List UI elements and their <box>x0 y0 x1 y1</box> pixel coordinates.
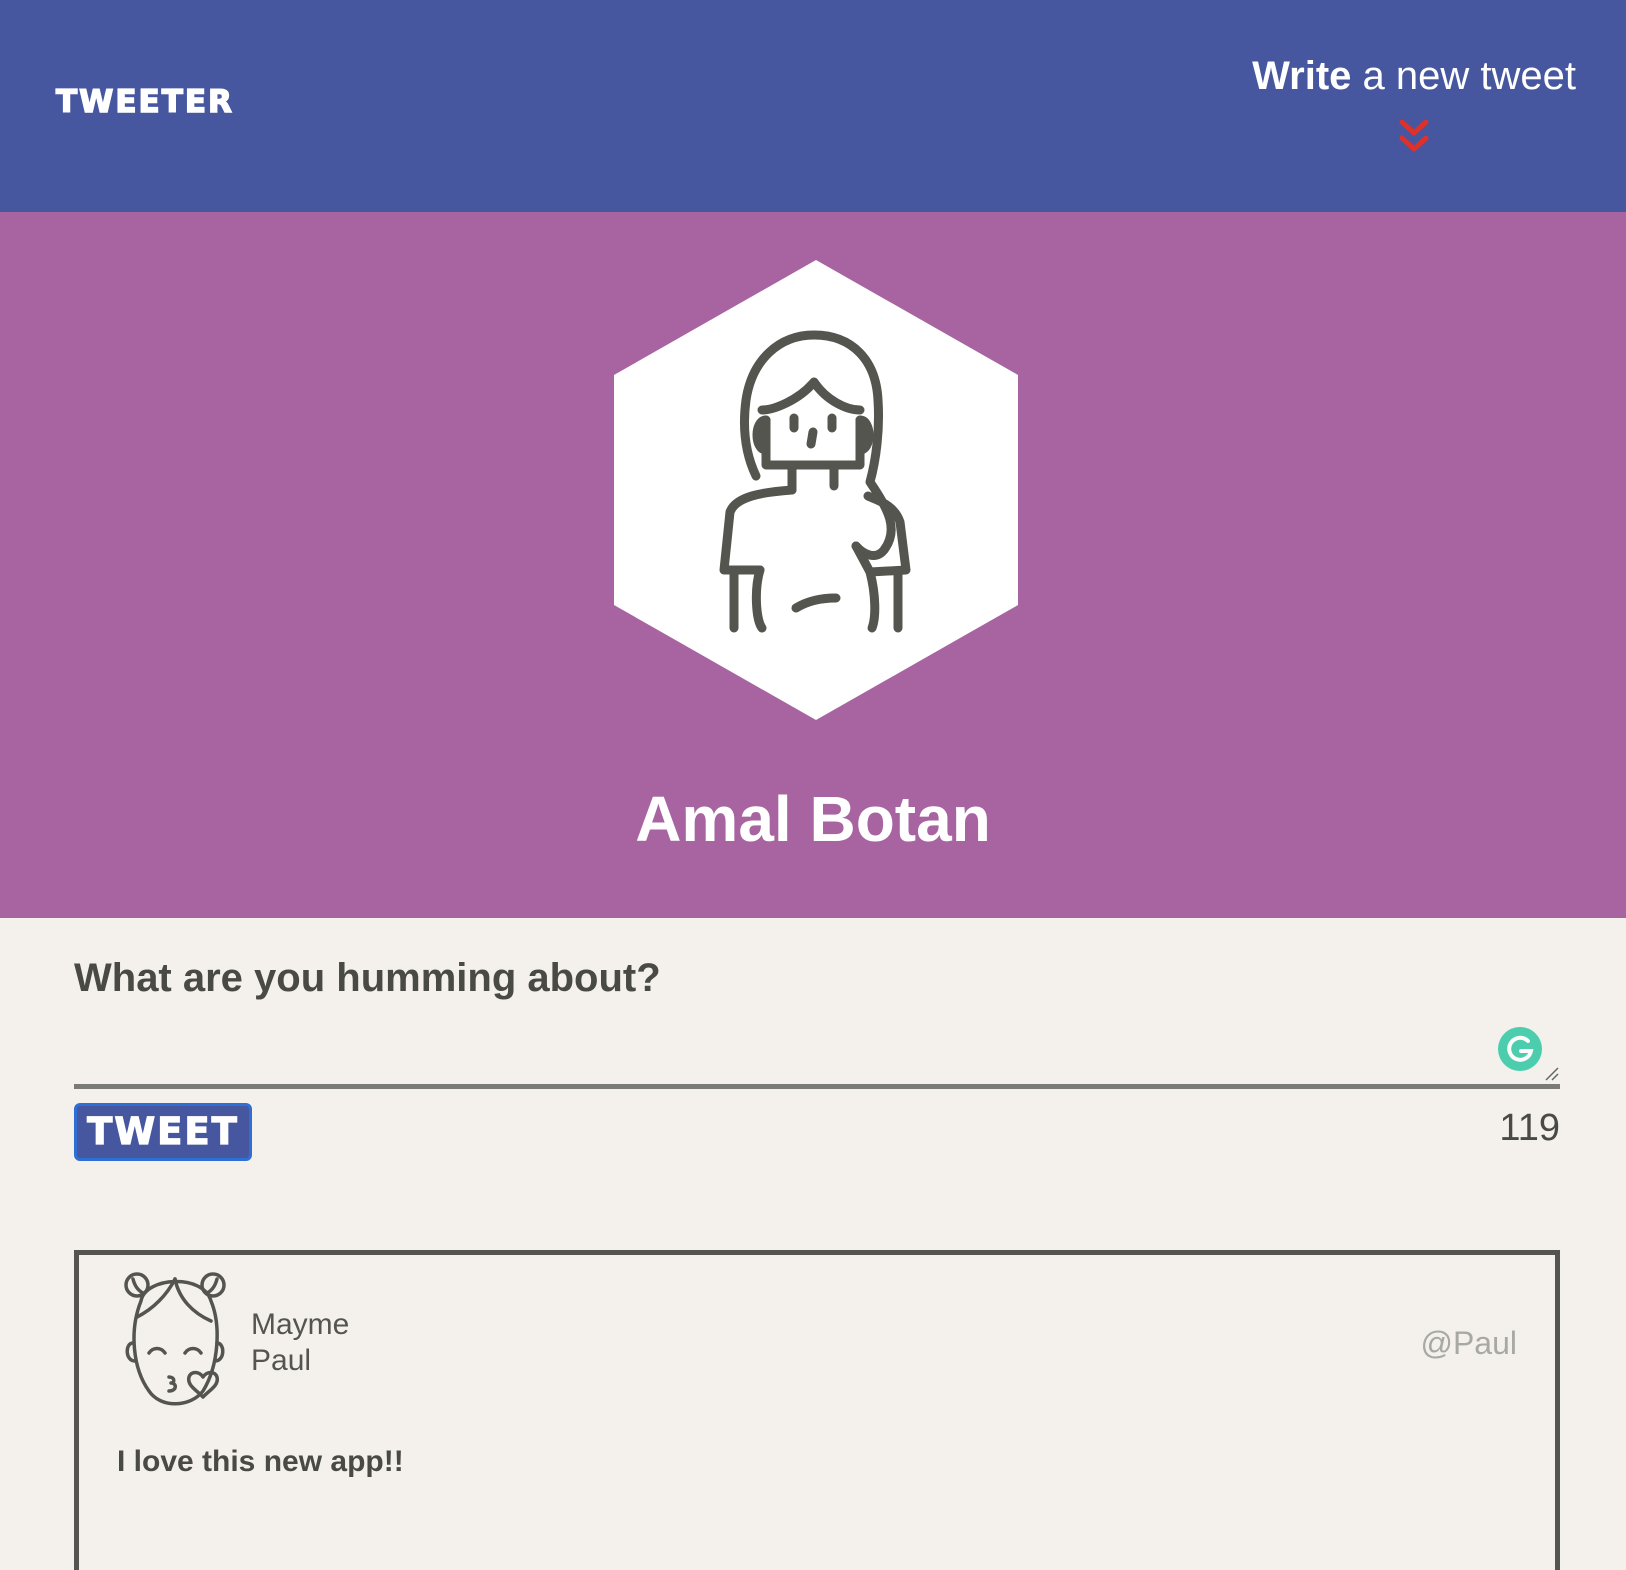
char-counter: 119 <box>1499 1107 1560 1149</box>
composer-title: What are you humming about? <box>74 956 661 1000</box>
write-new-tweet-toggle[interactable]: Write a new tweet <box>1252 54 1576 157</box>
double-chevron-down-icon[interactable] <box>1397 117 1431 157</box>
tweet-author-handle[interactable]: @Paul <box>1420 1325 1517 1362</box>
tweet-content: I love this new app!! <box>117 1445 404 1478</box>
woman-avatar-icon <box>614 260 1018 720</box>
grammarly-icon[interactable] <box>1498 1027 1542 1071</box>
brand-logo[interactable]: TWEETER <box>55 83 234 121</box>
profile-name: Amal Botan <box>635 783 991 855</box>
resize-handle-icon[interactable] <box>1544 1066 1560 1082</box>
write-label-bold: Write <box>1252 54 1352 98</box>
tweet-author-first-name: Mayme <box>251 1308 350 1341</box>
tweet-text-input[interactable] <box>74 1019 1560 1084</box>
write-new-tweet-label[interactable]: Write a new tweet <box>1252 54 1576 99</box>
top-nav: TWEETER Write a new tweet <box>0 0 1626 212</box>
tweet-card: Mayme Paul @Paul I love this new app!! <box>74 1250 1560 1570</box>
tweet-submit-button[interactable]: TWEET <box>74 1103 252 1161</box>
composer-footer: TWEET 119 <box>74 1103 1560 1163</box>
tweet-author-last-name: Paul <box>251 1344 312 1377</box>
tweet-composer: What are you humming about? TWEET 119 <box>74 918 1560 1163</box>
write-label-rest: a new tweet <box>1351 54 1576 98</box>
tweet-text-wrap <box>74 1019 1560 1089</box>
girl-kiss-avatar-icon <box>124 1272 226 1406</box>
profile-header: Amal Botan <box>0 212 1626 918</box>
tweet-author-name: Mayme Paul <box>251 1307 349 1379</box>
